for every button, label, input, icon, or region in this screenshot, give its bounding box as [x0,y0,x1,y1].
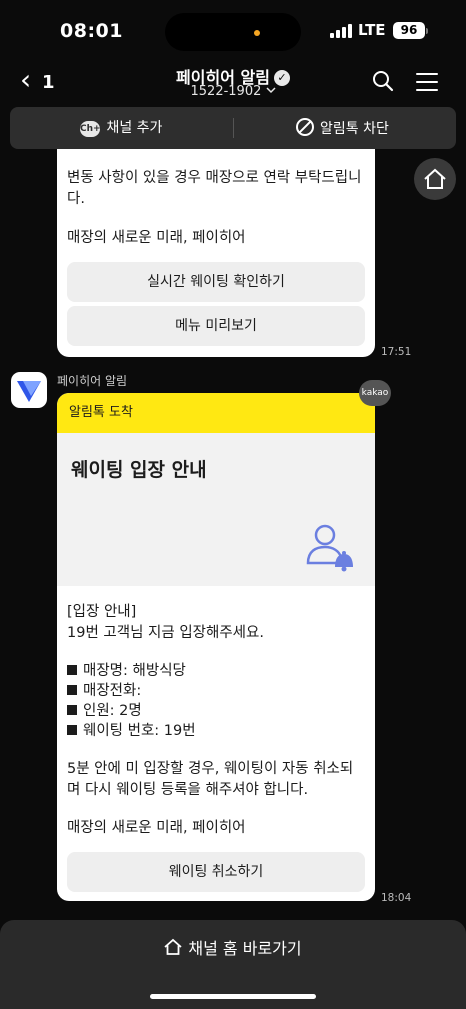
bullet [67,685,77,695]
info-item: 웨이팅 번호: 19번 [67,721,365,742]
divider [233,118,234,138]
add-channel-label: 채널 추가 [106,120,163,136]
info-item-text: 매장명: 해방식당 [83,663,186,679]
menu-icon[interactable] [416,73,438,91]
channel-home-float-button[interactable] [414,158,456,200]
alimtalk-message-card: 알림톡 도착 웨이팅 입장 안내 [입장 안내] 19번 고객님 지금 입장해주… [57,393,375,901]
battery-nub [426,28,428,34]
info-item: 매장전화: [67,681,365,702]
message-hero: 웨이팅 입장 안내 [57,433,375,586]
previous-message-card: 변동 사항이 있을 경우 매장으로 연락 부탁드립니다. 매장의 새로운 미래,… [57,140,375,357]
user-bell-icon [306,524,353,572]
status-time: 08:01 [60,20,123,42]
info-item-text: 매장전화: [83,683,142,699]
prev-message-footer: 매장의 새로운 미래, 페이히어 [67,230,246,246]
signal-icon [330,24,352,38]
intro-text: 19번 고객님 지금 입장해주세요. [67,625,264,641]
info-item-text: 웨이팅 번호: 19번 [83,723,196,739]
menu-preview-button[interactable]: 메뉴 미리보기 [67,306,365,346]
message-time: 17:51 [381,346,412,358]
cancel-waiting-button[interactable]: 웨이팅 취소하기 [67,852,365,892]
sender-name: 페이히어 알림 [57,374,128,388]
message-footer: 매장의 새로운 미래, 페이히어 [67,820,246,836]
privacy-dot-icon [254,30,260,36]
realtime-waiting-button[interactable]: 실시간 웨이팅 확인하기 [67,262,365,302]
phone-number: 1522-1902 [190,84,262,99]
channel-add-icon: Ch+ [80,121,101,137]
bullet [67,665,77,675]
network-type: LTE [358,21,386,39]
search-icon[interactable] [372,70,394,92]
alimtalk-header: 알림톡 도착 [57,393,375,433]
block-label: 알림톡 차단 [320,121,389,137]
channel-home-button[interactable]: 채널 홈 바로가기 [0,935,466,959]
kakao-badge: kakao [359,380,391,406]
info-item-text: 인원: 2명 [83,703,142,719]
message-time: 18:04 [381,892,412,904]
block-icon [296,118,314,136]
intro-label: [입장 안내] [67,604,137,620]
home-icon [424,168,446,189]
info-item: 인원: 2명 [67,701,365,722]
home-icon [164,938,182,955]
avatar[interactable] [11,372,47,408]
bullet [67,705,77,715]
prev-message-text: 변동 사항이 있을 경우 매장으로 연락 부탁드립니다. [67,170,362,207]
block-alimtalk-button[interactable]: 알림톡 차단 [296,118,389,138]
message-title: 웨이팅 입장 안내 [71,459,207,481]
info-item: 매장명: 해방식당 [67,661,365,682]
bullet [67,725,77,735]
channel-home-label: 채널 홈 바로가기 [188,939,302,958]
channel-phone[interactable]: 1522-1902 [0,84,466,99]
notice-text: 5분 안에 미 입장할 경우, 웨이팅이 자동 취소되며 다시 웨이팅 등록을 … [67,761,354,798]
chevron-down-icon [265,87,276,94]
battery-icon: 96 [393,22,425,39]
payhere-logo-icon [17,381,41,402]
home-indicator[interactable] [150,994,316,999]
add-channel-button[interactable]: Ch+ 채널 추가 [80,118,162,138]
dynamic-island [165,13,301,51]
